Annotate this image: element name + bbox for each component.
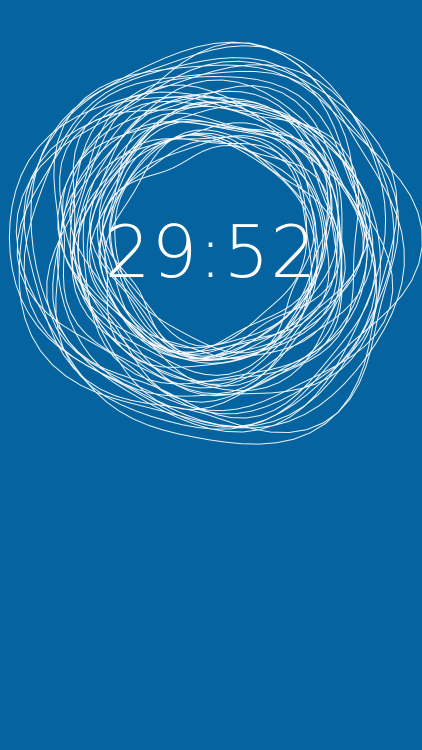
meditation-timer-screen: 29:52	[0, 0, 422, 750]
countdown-timer: 29:52	[104, 210, 318, 294]
